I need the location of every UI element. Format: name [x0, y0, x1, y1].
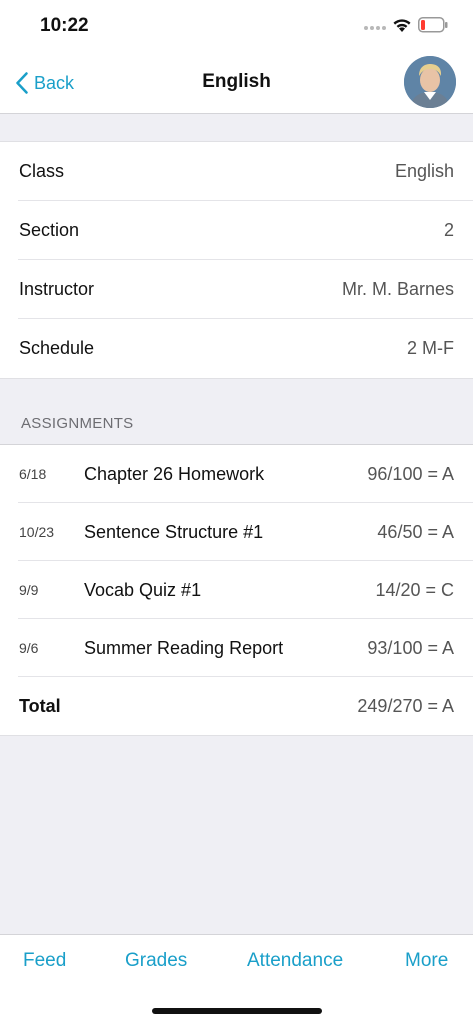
assignment-name: Summer Reading Report: [84, 638, 284, 658]
assignment-row[interactable]: 9/6 Summer Reading Report 93/100 = A: [18, 619, 473, 677]
tab-more[interactable]: More: [405, 950, 448, 972]
info-value: English: [394, 161, 454, 181]
info-label: Class: [19, 161, 65, 181]
assignment-date: 6/18: [19, 466, 47, 482]
assignment-score: 96/100 = A: [367, 464, 454, 484]
info-value: 2: [443, 220, 454, 240]
status-bar: 10:22: [0, 0, 473, 52]
page-title: English: [202, 71, 271, 92]
assignment-date: 9/6: [19, 640, 39, 656]
assignment-name: Chapter 26 Homework: [84, 464, 265, 484]
info-row-schedule: Schedule 2 M-F: [18, 319, 473, 378]
assignment-date: 9/9: [19, 582, 39, 598]
assignment-row[interactable]: 10/23 Sentence Structure #1 46/50 = A: [18, 503, 473, 561]
info-label: Instructor: [19, 279, 95, 299]
tab-attendance[interactable]: Attendance: [247, 950, 343, 972]
info-value: 2 M-F: [407, 338, 454, 358]
info-value: Mr. M. Barnes: [341, 279, 454, 299]
avatar[interactable]: [404, 56, 456, 108]
tab-grades[interactable]: Grades: [125, 950, 187, 972]
assignments-header: ASSIGNMENTS: [21, 415, 134, 432]
wifi-icon: [393, 19, 411, 32]
battery-low-icon: [418, 17, 448, 33]
total-score: 249/270 = A: [357, 696, 454, 716]
assignment-score: 46/50 = A: [377, 522, 454, 542]
assignment-row[interactable]: 9/9 Vocab Quiz #1 14/20 = C: [18, 561, 473, 619]
assignment-date: 10/23: [19, 524, 55, 540]
signal-dots-icon: [364, 26, 386, 30]
assignment-name: Sentence Structure #1: [84, 522, 264, 542]
info-row-instructor: Instructor Mr. M. Barnes: [18, 260, 473, 319]
assignment-name: Vocab Quiz #1: [84, 580, 202, 600]
class-info-section: Class English Section 2 Instructor Mr. M…: [0, 141, 473, 379]
status-time: 10:22: [40, 15, 89, 36]
total-label: Total: [19, 696, 61, 716]
info-label: Section: [19, 220, 80, 240]
home-indicator[interactable]: [152, 1008, 322, 1014]
assignments-list: 6/18 Chapter 26 Homework 96/100 = A 10/2…: [0, 444, 473, 736]
navigation-bar: Back English: [0, 52, 473, 114]
info-row-class: Class English: [18, 142, 473, 201]
assignment-score: 14/20 = C: [375, 580, 454, 600]
info-row-section: Section 2: [18, 201, 473, 260]
tab-feed[interactable]: Feed: [23, 950, 66, 972]
total-row: Total 249/270 = A: [18, 677, 473, 735]
assignment-score: 93/100 = A: [367, 638, 454, 658]
assignment-row[interactable]: 6/18 Chapter 26 Homework 96/100 = A: [18, 445, 473, 503]
info-label: Schedule: [19, 338, 95, 358]
avatar-photo: [404, 56, 456, 108]
